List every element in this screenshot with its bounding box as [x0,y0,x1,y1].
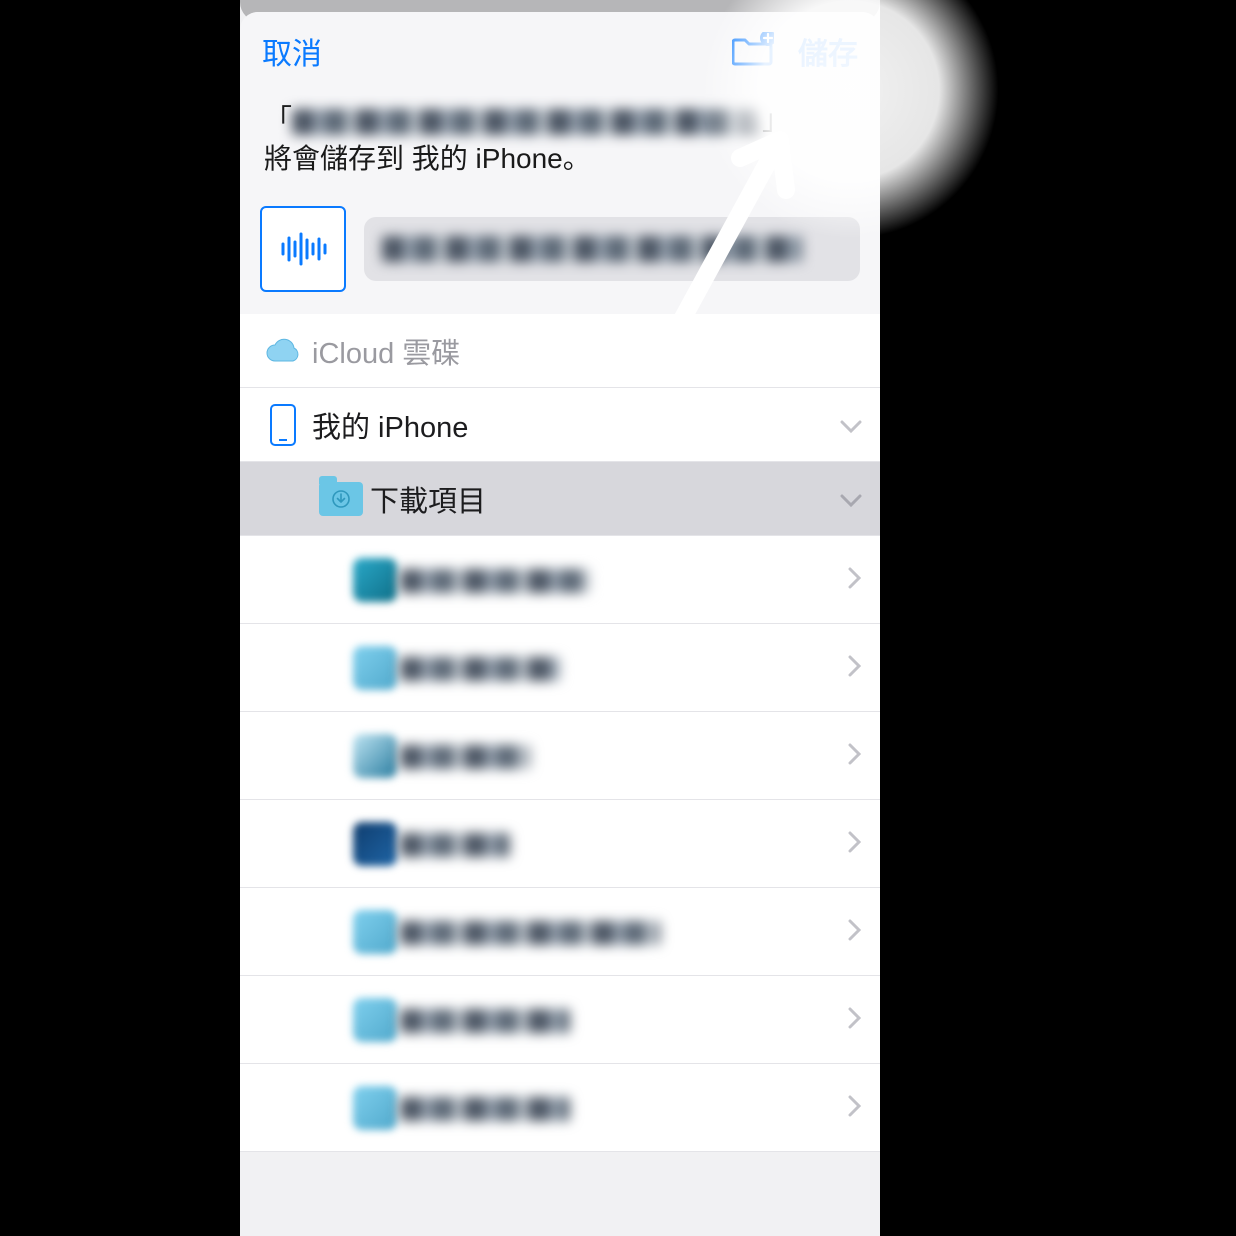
list-item[interactable] [240,888,880,976]
file-thumbnail [260,206,346,292]
list-item-label [400,740,848,771]
app-icon [353,734,397,778]
location-label: 我的 iPhone [312,404,840,446]
list-item-label [400,916,848,947]
filename-input[interactable] [364,217,860,281]
redacted-filename [292,109,762,135]
cancel-button[interactable]: 取消 [262,29,322,73]
list-item[interactable] [240,536,880,624]
list-item-label [400,564,848,595]
list-item[interactable] [240,976,880,1064]
folder-downloads[interactable]: 下載項目 [240,462,880,536]
list-item-label [400,828,848,859]
file-row [240,192,880,314]
app-icon [353,822,397,866]
location-on-my-iphone[interactable]: 我的 iPhone [240,388,880,462]
save-description: 「」 將會儲存到 我的 iPhone。 [240,90,880,192]
chevron-right-icon [848,1003,862,1037]
location-icloud[interactable]: iCloud 雲碟 [240,314,880,388]
list-item-label [400,1004,848,1035]
chevron-right-icon [848,651,862,685]
app-icon [353,998,397,1042]
chevron-right-icon [848,563,862,597]
chevron-right-icon [848,915,862,949]
app-icon [353,910,397,954]
list-item-label [400,652,848,683]
app-icon [353,558,397,602]
nav-bar: 取消 儲存 [240,12,880,90]
chevron-right-icon [848,1091,862,1125]
download-glyph [332,490,350,508]
chevron-right-icon [848,739,862,773]
folder-label: 下載項目 [370,478,840,520]
cloud-icon [263,337,303,365]
chevron-down-icon [840,482,862,516]
list-item[interactable] [240,712,880,800]
location-label: iCloud 雲碟 [312,330,862,372]
list-item[interactable] [240,800,880,888]
save-sheet: 取消 儲存 「」 將會儲存到 我的 iPhone。 [240,12,880,1236]
new-folder-icon[interactable] [732,32,774,71]
list-item-label [400,1092,848,1123]
folder-icon [319,482,363,516]
app-icon [353,646,397,690]
device-frame: 取消 儲存 「」 將會儲存到 我的 iPhone。 [240,0,880,1236]
locations-list: iCloud 雲碟 我的 iPhone [240,314,880,1152]
save-button[interactable]: 儲存 [798,29,858,73]
chevron-right-icon [848,827,862,861]
redacted-filename-field [382,236,802,262]
list-item[interactable] [240,624,880,712]
iphone-icon [270,404,296,446]
list-item[interactable] [240,1064,880,1152]
chevron-down-icon [840,408,862,442]
waveform-icon [278,232,328,266]
app-icon [353,1086,397,1130]
